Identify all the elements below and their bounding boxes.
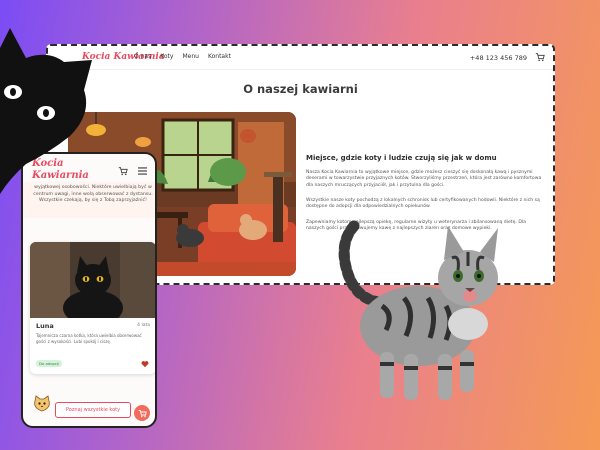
nav-link-menu[interactable]: Menu [182,53,198,60]
cat-photo-luna [30,242,155,318]
cart-fab-button[interactable] [134,405,150,421]
about-paragraph-1: Nasza Kocia Kawiarnia to wyjątkowe miejs… [306,170,542,188]
see-all-cats-button[interactable]: Poznaj wszystkie koty [55,402,131,418]
cat-card[interactable]: Luna 4 lata Tajemnicza czarna kotka, któ… [30,242,155,374]
menu-icon[interactable] [138,167,147,175]
desktop-nav-links: O nas Koty Menu Kontakt [134,53,231,60]
page-title: O naszej kawiarni [243,82,358,96]
nav-link-contact[interactable]: Kontakt [208,53,231,60]
about-heading: Miejsce, gdzie koty i ludzie czują się j… [306,154,497,162]
cart-icon[interactable] [118,166,128,176]
adoption-badge: Do adopcji [36,360,63,367]
black-cat-illustration [0,28,92,194]
phone-number[interactable]: +48 123 456 789 [470,54,527,62]
cart-fab-icon [138,409,147,417]
cart-icon[interactable] [535,52,545,62]
tabby-kitten-illustration [338,220,498,400]
cat-age: 4 lata [137,323,150,328]
nav-link-cats[interactable]: Koty [160,53,173,60]
nav-link-about[interactable]: O nas [134,53,151,60]
heart-icon[interactable] [141,360,149,368]
about-paragraph-2: Wszystkie nasze koty pochodzą z lokalnyc… [306,198,540,210]
cat-description: Tajemnicza czarna kotka, która uwielbia … [36,333,142,344]
desktop-navbar: Kocia Kawiarnia O nas Koty Menu Kontakt … [48,46,553,70]
kitty-icon[interactable] [32,394,52,414]
cat-name: Luna [36,322,54,330]
